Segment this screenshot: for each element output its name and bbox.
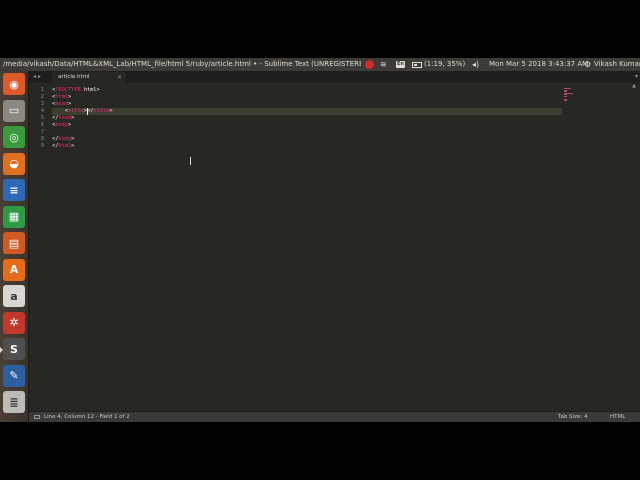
launcher-glyph: ◉ xyxy=(9,77,19,91)
code-token-punc: > xyxy=(71,115,75,121)
code-token-tag: !DOCTYPE xyxy=(55,87,81,93)
code-token-punc: > xyxy=(71,136,75,142)
code-line: <head> xyxy=(52,101,71,108)
tab-dropdown-icon[interactable]: ▾ xyxy=(635,71,638,83)
launcher-glyph: S xyxy=(10,342,18,356)
code-token-tag: body xyxy=(55,122,68,128)
tab-size-selector[interactable]: Tab Size: 4 xyxy=(558,412,587,422)
record-indicator-icon[interactable] xyxy=(365,58,374,71)
code-token-tag: body xyxy=(58,136,72,142)
code-token-tag: html xyxy=(55,94,68,100)
launcher-glyph: ◒ xyxy=(9,157,19,170)
panel-toggle-icon[interactable] xyxy=(34,415,40,419)
launcher-sublime-text-icon[interactable]: S xyxy=(0,338,25,360)
code-line: </body> xyxy=(52,136,74,143)
line-number: 7 xyxy=(40,129,44,135)
minimap-line xyxy=(564,100,568,101)
launcher-glyph: a xyxy=(10,289,18,303)
line-number: 6 xyxy=(40,122,44,128)
code-token-punc: > xyxy=(67,101,72,107)
code-token-tag: title xyxy=(67,108,84,114)
wifi-icon[interactable]: ≋ xyxy=(380,58,387,71)
launcher-system-settings-icon[interactable]: ✲ xyxy=(3,311,25,334)
tab-article-html[interactable]: article.html × xyxy=(52,72,126,83)
launcher-libreoffice-impress-icon[interactable]: ▤ xyxy=(3,232,25,254)
launcher-screenshot-tool-icon[interactable]: ✎ xyxy=(3,364,25,387)
launcher-glyph: ✎ xyxy=(9,369,19,382)
launcher-glyph: ✲ xyxy=(9,316,19,329)
line-number-gutter: 123456789 xyxy=(29,83,49,411)
desktop-screen: /media/vikash/Data/HTML&XML_Lab/HTML_fil… xyxy=(0,58,640,422)
line-number: 8 xyxy=(40,136,44,142)
launcher: ◉ ▭ ◎ ◒ ≡ ▦ ▤ Aa ✲ S ✎ ≣ xyxy=(0,71,29,422)
text-cursor-icon xyxy=(189,157,193,165)
code-token-punc: > xyxy=(67,94,72,100)
text-caret xyxy=(87,108,89,115)
launcher-firefox-icon[interactable]: ◒ xyxy=(3,152,25,175)
launcher-glyph: ≣ xyxy=(9,395,19,409)
minimap[interactable] xyxy=(562,83,628,411)
top-panel: /media/vikash/Data/HTML&XML_Lab/HTML_fil… xyxy=(0,58,640,71)
code-line: </html> xyxy=(52,143,74,150)
code-line: </head> xyxy=(52,115,74,122)
code-token-tag: title xyxy=(93,108,110,114)
launcher-files-icon[interactable]: ▭ xyxy=(3,99,25,122)
battery-status[interactable]: (1:19, 35%) xyxy=(424,58,465,71)
vertical-scrollbar[interactable]: ▲ xyxy=(630,83,638,411)
tab-bar: ◂ ▸ article.html × ▾ xyxy=(29,71,640,83)
current-line-highlight xyxy=(52,108,562,115)
launcher-chrome-icon[interactable]: ◎ xyxy=(3,126,25,148)
keyboard-layout-label: En xyxy=(396,61,405,68)
launcher-ubuntu-dash-icon[interactable]: ◉ xyxy=(3,73,25,95)
code-token-punc: > xyxy=(96,87,100,93)
launcher-amazon-icon[interactable]: a xyxy=(3,285,25,307)
keyboard-layout-indicator[interactable]: En xyxy=(396,58,405,71)
battery-icon[interactable] xyxy=(412,58,422,71)
code-line: <!DOCTYPE html> xyxy=(52,87,100,94)
line-number: 3 xyxy=(40,101,44,107)
cursor-position: Line 4, Column 12 - Field 1 of 2 xyxy=(44,414,130,420)
launcher-libreoffice-writer-icon[interactable]: ≡ xyxy=(3,179,25,201)
line-number: 9 xyxy=(40,143,44,149)
gear-icon[interactable]: ⚙ xyxy=(584,58,591,71)
code-token-tag: html xyxy=(58,143,72,149)
launcher-glyph: ▤ xyxy=(8,236,20,250)
window-title: /media/vikash/Data/HTML&XML_Lab/HTML_fil… xyxy=(3,60,361,68)
code-line: <html> xyxy=(52,94,71,101)
code-line: <title></title> xyxy=(52,108,113,115)
launcher-glyph: A xyxy=(9,263,19,276)
user-menu[interactable]: Vikash Kumar xyxy=(594,58,640,71)
launcher-libreoffice-calc-icon[interactable]: ▦ xyxy=(3,205,25,228)
launcher-glyph: ≡ xyxy=(9,183,19,197)
scroll-up-icon[interactable]: ▲ xyxy=(630,83,638,91)
launcher-glyph: ▦ xyxy=(8,210,20,223)
code-line: <body> xyxy=(52,122,71,129)
line-number: 2 xyxy=(40,94,44,100)
tab-label: article.html xyxy=(58,74,90,80)
launcher-disks-icon[interactable]: ≣ xyxy=(3,391,25,413)
code-token-tag: head xyxy=(55,101,68,107)
code-token-punc: > xyxy=(67,122,72,128)
code-token-tag: head xyxy=(58,115,72,121)
volume-icon[interactable]: ◂) xyxy=(472,58,479,71)
line-number: 1 xyxy=(40,87,44,93)
code-token-punc: ></ xyxy=(83,108,94,114)
code-token-punc: > xyxy=(109,108,113,114)
launcher-glyph: ▭ xyxy=(8,104,20,117)
launcher-software-center-icon[interactable]: A xyxy=(3,258,25,281)
code-editor[interactable]: <!DOCTYPE html> <html> <head> <title></tit… xyxy=(52,83,562,411)
line-number: 5 xyxy=(40,115,44,121)
tab-nav-arrows[interactable]: ◂ ▸ xyxy=(33,71,41,83)
syntax-selector[interactable]: HTML xyxy=(610,412,625,422)
clock[interactable]: Mon Mar 5 2018 3:43:37 AM xyxy=(489,58,588,71)
active-app-indicator xyxy=(0,347,3,353)
line-number: 4 xyxy=(40,108,44,114)
code-token-text: html xyxy=(80,87,97,93)
launcher-glyph: ◎ xyxy=(9,130,19,144)
minimap-line xyxy=(564,95,567,97)
tab-close-icon[interactable]: × xyxy=(117,72,122,83)
code-token-punc: > xyxy=(71,143,75,149)
status-bar: Line 4, Column 12 - Field 1 of 2 Tab Siz… xyxy=(29,411,640,422)
